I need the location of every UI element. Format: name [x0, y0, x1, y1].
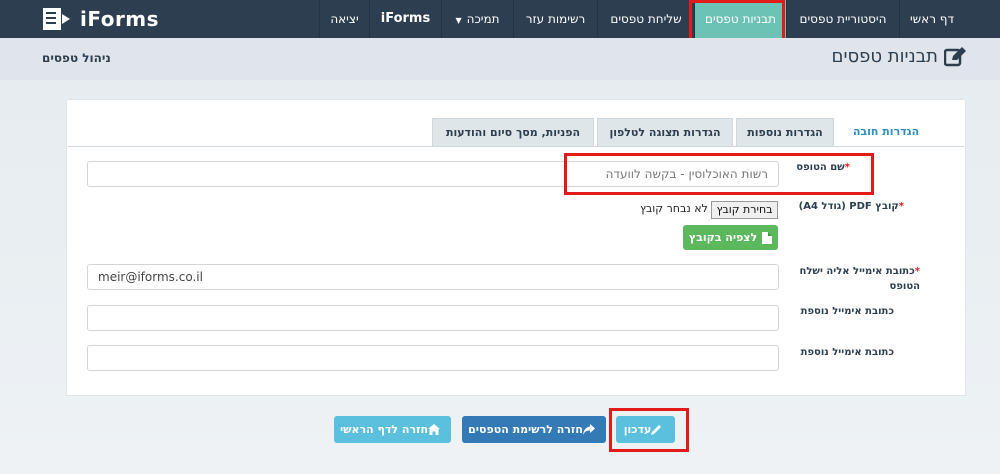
page-title-text: תבניות טפסים	[831, 46, 939, 67]
back-home-button[interactable]: חזרה לדף הראשי	[334, 416, 451, 443]
breadcrumb[interactable]: ניהול טפסים	[42, 51, 111, 65]
page-title: תבניות טפסים	[831, 46, 966, 67]
tab-redirect[interactable]: הפניות, מסך סיום והודעות	[432, 118, 594, 146]
caret-down-icon: ▼	[455, 16, 462, 25]
nav-lists[interactable]: רשימות עזר	[513, 0, 597, 38]
nav-send[interactable]: שליחת טפסים	[597, 0, 694, 38]
nav-home[interactable]: דף ראשי	[899, 0, 964, 38]
update-label: עדכון	[623, 423, 652, 436]
update-button[interactable]: עדכון	[616, 416, 675, 443]
email-input[interactable]: meir@iforms.co.il	[87, 264, 779, 290]
nav-support-label: תמיכה	[466, 12, 500, 26]
top-navbar: iForms דף ראשי היסטוריית טפסים תבניות טפ…	[0, 0, 1000, 38]
form-name-input[interactable]: רשות האוכלוסין - בקשה לוועדה	[87, 161, 779, 187]
page-header: תבניות טפסים ניהול טפסים	[0, 38, 1000, 81]
nav-logout[interactable]: יציאה	[319, 0, 369, 38]
nav-history[interactable]: היסטוריית טפסים	[786, 0, 899, 38]
nav-iforms[interactable]: iForms	[369, 0, 441, 38]
back-to-list-button[interactable]: חזרה לרשימת הטפסים	[462, 416, 606, 443]
back-to-list-label: חזרה לרשימת הטפסים	[468, 423, 583, 436]
no-file-text: לא נבחר קובץ	[640, 202, 708, 215]
file-icon	[762, 231, 773, 244]
brand-name: iForms	[80, 7, 160, 31]
home-icon	[428, 424, 441, 435]
tab-required[interactable]: הגדרות חובה	[838, 118, 934, 146]
pencil-icon	[651, 425, 662, 435]
choose-file-button[interactable]: בחירת קובץ	[711, 201, 778, 219]
tabs-divider	[68, 146, 964, 147]
edit-icon	[944, 46, 966, 66]
extra-email-input-2[interactable]	[87, 345, 779, 371]
tab-extra[interactable]: הגדרות נוספות	[736, 118, 834, 146]
brand-logo[interactable]: iForms	[42, 4, 159, 34]
extra-email-label-2: כתובת אימייל נוספת	[800, 347, 894, 358]
nav-support[interactable]: ▼ תמיכה	[441, 0, 513, 38]
nav-templates[interactable]: תבניות טפסים	[694, 0, 786, 38]
back-home-label: חזרה לדף הראשי	[339, 423, 429, 436]
view-file-label: לצפיה בקובץ	[688, 231, 758, 244]
view-file-button[interactable]: לצפיה בקובץ	[683, 225, 778, 250]
form-logo-icon	[43, 8, 70, 30]
pdf-file-label: *קובץ PDF (גודל A4)	[798, 201, 904, 212]
form-name-label: *שם הטופס	[796, 162, 850, 173]
email-label: *כתובת אימייל אליה ישלח הטופס	[799, 266, 920, 292]
share-arrow-icon	[582, 424, 595, 435]
extra-email-input-1[interactable]	[87, 305, 779, 331]
tab-phone[interactable]: הגדרות תצוגה לטלפון	[597, 118, 733, 146]
extra-email-label-1: כתובת אימייל נוספת	[800, 306, 894, 317]
